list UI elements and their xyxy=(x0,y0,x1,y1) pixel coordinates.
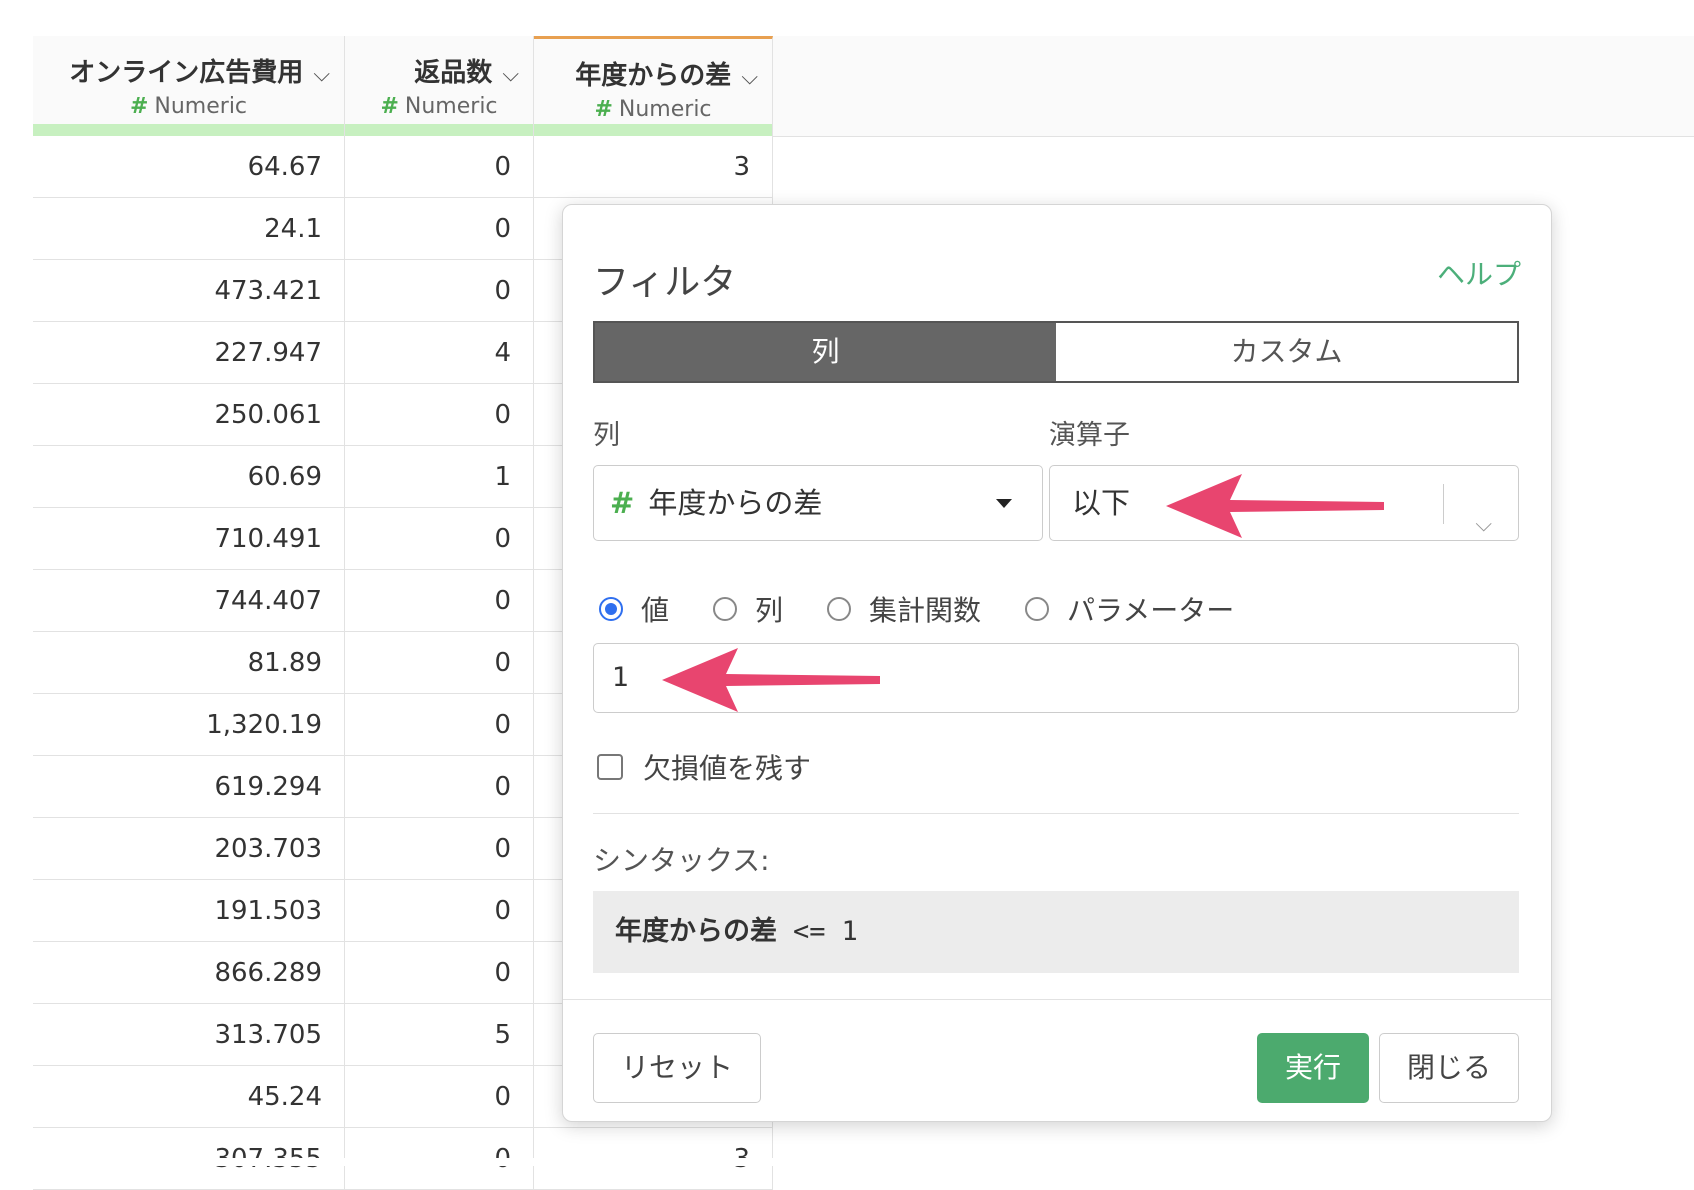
table-cell[interactable]: 1 xyxy=(345,446,534,508)
table-cell[interactable]: 45.24 xyxy=(33,1066,345,1128)
table-cell[interactable]: 0 xyxy=(345,260,534,322)
reset-button[interactable]: リセット xyxy=(593,1033,761,1103)
operator-label: 演算子 xyxy=(1049,420,1130,451)
radio-parameter[interactable]: パラメーター xyxy=(1025,589,1234,629)
syntax-column: 年度からの差 xyxy=(615,916,777,947)
radio-value[interactable]: 値 xyxy=(599,589,669,629)
chevron-down-icon: ⌵ xyxy=(1475,512,1492,537)
column-quality-bar xyxy=(345,124,533,136)
radio-label: 列 xyxy=(755,594,784,627)
column-name: オンライン広告費用 xyxy=(69,58,304,88)
table-cell[interactable]: 744.407 xyxy=(33,570,345,632)
section-divider xyxy=(593,813,1519,814)
table-cell[interactable]: 473.421 xyxy=(33,260,345,322)
caret-down-icon xyxy=(996,499,1012,508)
tab-custom[interactable]: カスタム xyxy=(1056,323,1517,381)
radio-selected-icon xyxy=(599,597,623,621)
operator-select-value: 以下 xyxy=(1072,486,1131,520)
table-cell[interactable]: 313.705 xyxy=(33,1004,345,1066)
table-cell[interactable]: 24.1 xyxy=(33,198,345,260)
chevron-down-icon[interactable]: ⌵ xyxy=(502,62,519,87)
table-cell[interactable]: 866.289 xyxy=(33,942,345,1004)
numeric-hash-icon: # xyxy=(610,486,635,520)
column-quality-bar xyxy=(33,124,344,136)
table-cell[interactable]: 227.947 xyxy=(33,322,345,384)
table-cell[interactable]: 0 xyxy=(345,880,534,942)
column-type: Numeric xyxy=(404,94,498,119)
radio-label: 集計関数 xyxy=(869,594,982,627)
dialog-title: フィルタ xyxy=(593,262,737,303)
table-cell[interactable]: 5 xyxy=(345,1004,534,1066)
chevron-down-icon[interactable]: ⌵ xyxy=(741,65,758,90)
table-cell[interactable]: 0 xyxy=(345,818,534,880)
table-cell[interactable]: 250.061 xyxy=(33,384,345,446)
radio-empty-icon xyxy=(827,597,852,621)
table-cell[interactable]: 619.294 xyxy=(33,756,345,818)
syntax-value: 1 xyxy=(841,916,858,947)
column-type: Numeric xyxy=(154,94,248,119)
column-quality-bar xyxy=(534,124,772,136)
footer-divider xyxy=(563,999,1551,1000)
help-link[interactable]: ヘルプ xyxy=(1437,253,1521,293)
numeric-hash-icon: # xyxy=(380,94,399,119)
syntax-preview: 年度からの差 <= 1 xyxy=(593,891,1519,973)
select-separator xyxy=(1443,484,1444,524)
filter-value-input[interactable]: 1 xyxy=(593,643,1519,713)
table-cell[interactable]: 0 xyxy=(345,756,534,818)
table-cell[interactable]: 1,320.19 xyxy=(33,694,345,756)
table-cell[interactable]: 0 xyxy=(345,1066,534,1128)
grid-bottom-edge xyxy=(0,1158,1694,1166)
radio-column[interactable]: 列 xyxy=(713,589,783,629)
radio-label: 値 xyxy=(641,594,670,627)
table-cell[interactable]: 60.69 xyxy=(33,446,345,508)
table-cell[interactable]: 4 xyxy=(345,322,534,384)
radio-empty-icon xyxy=(713,597,738,621)
table-cell[interactable]: 0 xyxy=(345,198,534,260)
column-select[interactable]: # 年度からの差 xyxy=(593,465,1043,541)
table-cell[interactable]: 0 xyxy=(345,942,534,1004)
column-label: 列 xyxy=(593,420,620,451)
numeric-hash-icon: # xyxy=(129,94,149,119)
table-cell[interactable]: 81.89 xyxy=(33,632,345,694)
table-cell[interactable]: 0 xyxy=(345,508,534,570)
table-cell[interactable]: 0 xyxy=(345,384,534,446)
table-cell[interactable]: 3 xyxy=(534,136,773,198)
filter-dialog: フィルタ ヘルプ 列 カスタム 列 演算子 # 年度からの差 以下 ⌵ 値 列 集… xyxy=(562,204,1552,1122)
close-button[interactable]: 閉じる xyxy=(1379,1033,1519,1103)
column-name: 返品数 xyxy=(414,58,493,88)
syntax-operator: <= xyxy=(793,916,826,947)
filter-mode-toggle: 列 カスタム xyxy=(593,321,1519,383)
radio-empty-icon xyxy=(1025,597,1050,621)
chevron-down-icon[interactable]: ⌵ xyxy=(313,62,330,87)
column-type: Numeric xyxy=(618,97,712,122)
table-cell[interactable]: 191.503 xyxy=(33,880,345,942)
table-cell[interactable]: 0 xyxy=(345,136,534,198)
numeric-hash-icon: # xyxy=(594,97,613,122)
column-header-online-ad-cost[interactable]: オンライン広告費用 ⌵ # Numeric xyxy=(33,36,345,136)
table-cell[interactable]: 710.491 xyxy=(33,508,345,570)
operator-select[interactable]: 以下 ⌵ xyxy=(1049,465,1519,541)
radio-aggregate[interactable]: 集計関数 xyxy=(827,589,981,629)
keep-missing-checkbox[interactable]: 欠損値を残す xyxy=(597,747,811,787)
column-header-year-diff[interactable]: 年度からの差 ⌵ # Numeric xyxy=(534,36,773,136)
radio-label: パラメーター xyxy=(1067,594,1235,627)
checkbox-label: 欠損値を残す xyxy=(643,752,812,785)
table-cell[interactable]: 64.67 xyxy=(33,136,345,198)
run-button[interactable]: 実行 xyxy=(1257,1033,1369,1103)
table-cell[interactable]: 0 xyxy=(345,694,534,756)
value-type-radio-group: 値 列 集計関数 パラメーター xyxy=(599,589,1278,629)
table-cell[interactable]: 0 xyxy=(345,570,534,632)
checkbox-icon xyxy=(597,754,623,780)
table-cell[interactable]: 0 xyxy=(345,632,534,694)
column-header-returns[interactable]: 返品数 ⌵ # Numeric xyxy=(345,36,534,136)
tab-column[interactable]: 列 xyxy=(595,323,1056,381)
column-name: 年度からの差 xyxy=(575,61,732,91)
syntax-label: シンタックス: xyxy=(593,844,770,877)
table-cell[interactable]: 203.703 xyxy=(33,818,345,880)
column-select-value: 年度からの差 xyxy=(648,486,823,520)
